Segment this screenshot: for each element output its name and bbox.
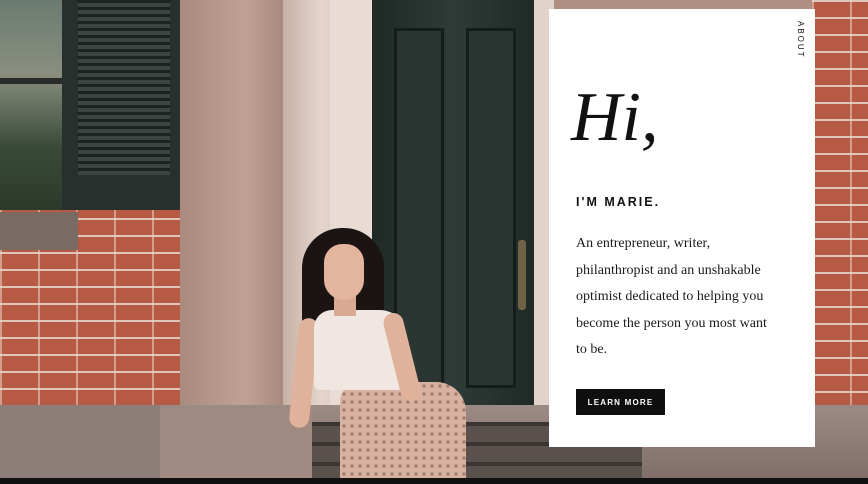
window-shutter: [62, 0, 188, 210]
name-heading: I'M MARIE.: [576, 195, 661, 209]
greeting-heading: Hi,: [571, 79, 659, 156]
stone-pillar: [180, 0, 290, 410]
bio-text: An entrepreneur, writer, philanthropist …: [576, 236, 767, 357]
brick-wall-right: [812, 0, 868, 410]
portrait-woman: [280, 222, 480, 484]
door-handle: [518, 240, 526, 310]
window: [0, 0, 66, 210]
learn-more-button[interactable]: LEARN MORE: [576, 389, 665, 415]
intro-card: ABOUT Hi, I'M MARIE. An entrepreneur, wr…: [549, 9, 815, 447]
about-nav-link[interactable]: ABOUT: [796, 21, 805, 59]
window-sill: [0, 212, 78, 250]
